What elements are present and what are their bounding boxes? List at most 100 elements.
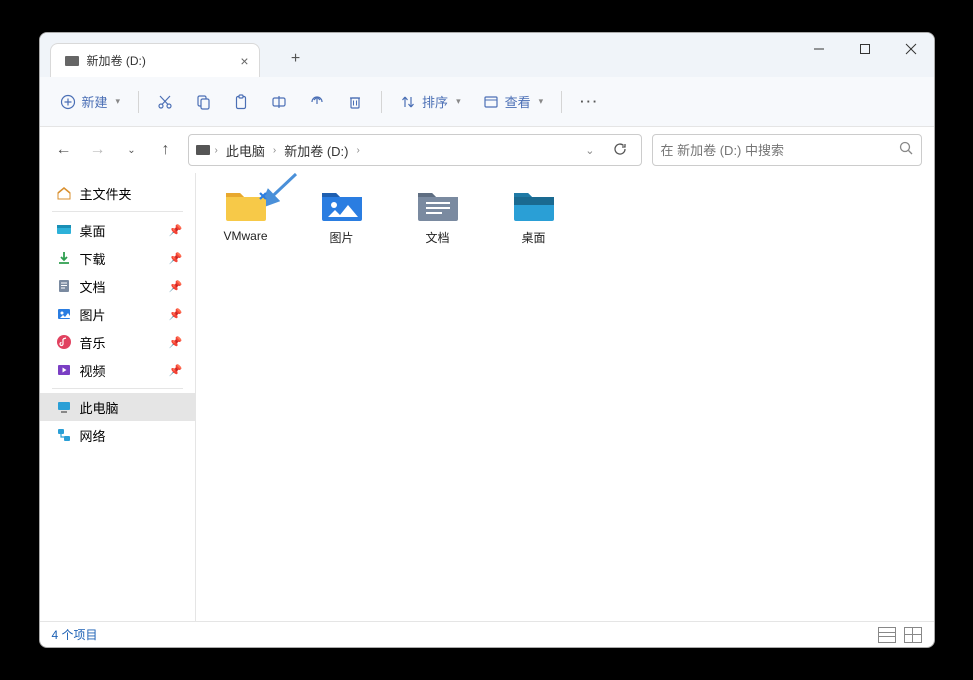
content-area[interactable]: VMware 图片 文档 xyxy=(196,173,934,621)
clipboard-icon xyxy=(233,94,249,110)
search-input[interactable] xyxy=(661,143,899,158)
address-row: ← → ⌄ ↑ › 此电脑 › 新加卷 (D:) › ⌄ xyxy=(40,127,934,173)
item-label: VMware xyxy=(223,229,267,243)
pictures-folder-icon xyxy=(320,187,364,223)
document-icon xyxy=(56,278,72,294)
sidebar-item-label: 网络 xyxy=(80,426,106,445)
rename-icon xyxy=(271,94,287,110)
share-button[interactable] xyxy=(301,85,333,119)
chevron-down-icon: ▾ xyxy=(539,96,544,107)
sidebar-item-label: 下载 xyxy=(80,249,106,268)
more-button[interactable]: ··· xyxy=(572,85,607,119)
item-label: 图片 xyxy=(329,229,353,246)
network-icon xyxy=(56,427,72,443)
new-button[interactable]: 新建 ▾ xyxy=(52,85,129,119)
folder-item[interactable]: 文档 xyxy=(406,187,470,246)
sidebar-item-videos[interactable]: 视频 📌 xyxy=(40,356,195,384)
status-text: 4 个项目 xyxy=(52,626,98,643)
up-button[interactable]: ↑ xyxy=(154,138,178,162)
rename-button[interactable] xyxy=(263,85,295,119)
view-button-label: 查看 xyxy=(505,92,531,111)
item-label: 文档 xyxy=(425,229,449,246)
video-icon xyxy=(56,362,72,378)
new-tab-button[interactable]: + xyxy=(280,43,312,75)
sidebar-item-label: 主文件夹 xyxy=(80,184,132,203)
search-box[interactable] xyxy=(652,134,922,166)
chevron-right-icon: › xyxy=(215,145,218,156)
chevron-right-icon: › xyxy=(356,145,359,156)
title-bar: 新加卷 (D:) × + xyxy=(40,33,934,77)
sidebar-item-documents[interactable]: 文档 📌 xyxy=(40,272,195,300)
sidebar-item-network[interactable]: 网络 xyxy=(40,421,195,449)
tab-title: 新加卷 (D:) xyxy=(87,52,146,69)
sidebar-item-label: 图片 xyxy=(80,305,106,324)
pin-icon: 📌 xyxy=(169,224,183,237)
sidebar-item-label: 桌面 xyxy=(80,221,106,240)
status-bar: 4 个项目 xyxy=(40,621,934,647)
download-icon xyxy=(56,250,72,266)
delete-button[interactable] xyxy=(339,85,371,119)
history-dropdown[interactable]: ⌄ xyxy=(120,138,144,162)
sidebar-divider xyxy=(52,388,183,389)
sidebar: 主文件夹 桌面 📌 下载 📌 文档 📌 图片 📌 xyxy=(40,173,196,621)
minimize-button[interactable] xyxy=(796,33,842,65)
sidebar-item-label: 文档 xyxy=(80,277,106,296)
view-button[interactable]: 查看 ▾ xyxy=(475,85,552,119)
sidebar-item-music[interactable]: 音乐 📌 xyxy=(40,328,195,356)
trash-icon xyxy=(347,94,363,110)
chevron-right-icon: › xyxy=(273,145,276,156)
separator xyxy=(561,91,562,113)
sort-icon xyxy=(400,94,416,110)
pin-icon: 📌 xyxy=(169,280,183,293)
pictures-icon xyxy=(56,306,72,322)
address-bar[interactable]: › 此电脑 › 新加卷 (D:) › ⌄ xyxy=(188,134,642,166)
back-button[interactable]: ← xyxy=(52,138,76,162)
separator xyxy=(138,91,139,113)
toolbar: 新建 ▾ 排序 ▾ 查看 ▾ ··· xyxy=(40,77,934,127)
items-grid: VMware 图片 文档 xyxy=(214,187,916,246)
copy-icon xyxy=(195,94,211,110)
cut-button[interactable] xyxy=(149,85,181,119)
sidebar-item-label: 音乐 xyxy=(80,333,106,352)
sidebar-item-home[interactable]: 主文件夹 xyxy=(40,179,195,207)
drive-icon xyxy=(195,142,211,158)
icons-view-button[interactable] xyxy=(904,627,922,643)
details-view-button[interactable] xyxy=(878,627,896,643)
paste-button[interactable] xyxy=(225,85,257,119)
file-explorer-window: 新加卷 (D:) × + 新建 ▾ 排序 ▾ 查看 xyxy=(39,32,935,648)
address-dropdown[interactable]: ⌄ xyxy=(579,144,600,157)
share-icon xyxy=(309,94,325,110)
folder-item[interactable]: 图片 xyxy=(310,187,374,246)
drive-icon xyxy=(65,56,79,66)
pin-icon: 📌 xyxy=(169,252,183,265)
folder-icon xyxy=(224,187,268,223)
desktop-folder-icon xyxy=(512,187,556,223)
forward-button[interactable]: → xyxy=(86,138,110,162)
breadcrumb-segment[interactable]: 此电脑 xyxy=(222,139,269,162)
folder-item[interactable]: VMware xyxy=(214,187,278,246)
item-label: 桌面 xyxy=(521,229,545,246)
maximize-button[interactable] xyxy=(842,33,888,65)
plus-circle-icon xyxy=(60,94,76,110)
close-window-button[interactable] xyxy=(888,33,934,65)
breadcrumb-segment[interactable]: 新加卷 (D:) xyxy=(280,139,352,162)
new-button-label: 新建 xyxy=(82,92,108,111)
copy-button[interactable] xyxy=(187,85,219,119)
computer-icon xyxy=(56,399,72,415)
close-tab-icon[interactable]: × xyxy=(240,53,248,69)
chevron-down-icon: ▾ xyxy=(116,96,121,107)
music-icon xyxy=(56,334,72,350)
refresh-button[interactable] xyxy=(605,142,635,159)
search-icon[interactable] xyxy=(899,141,913,160)
tab-current[interactable]: 新加卷 (D:) × xyxy=(50,43,260,77)
sidebar-item-downloads[interactable]: 下载 📌 xyxy=(40,244,195,272)
folder-item[interactable]: 桌面 xyxy=(502,187,566,246)
sort-button[interactable]: 排序 ▾ xyxy=(392,85,469,119)
sidebar-item-thispc[interactable]: 此电脑 xyxy=(40,393,195,421)
pin-icon: 📌 xyxy=(169,336,183,349)
sidebar-item-pictures[interactable]: 图片 📌 xyxy=(40,300,195,328)
sidebar-item-label: 视频 xyxy=(80,361,106,380)
chevron-down-icon: ▾ xyxy=(456,96,461,107)
sidebar-item-desktop[interactable]: 桌面 📌 xyxy=(40,216,195,244)
pin-icon: 📌 xyxy=(169,308,183,321)
